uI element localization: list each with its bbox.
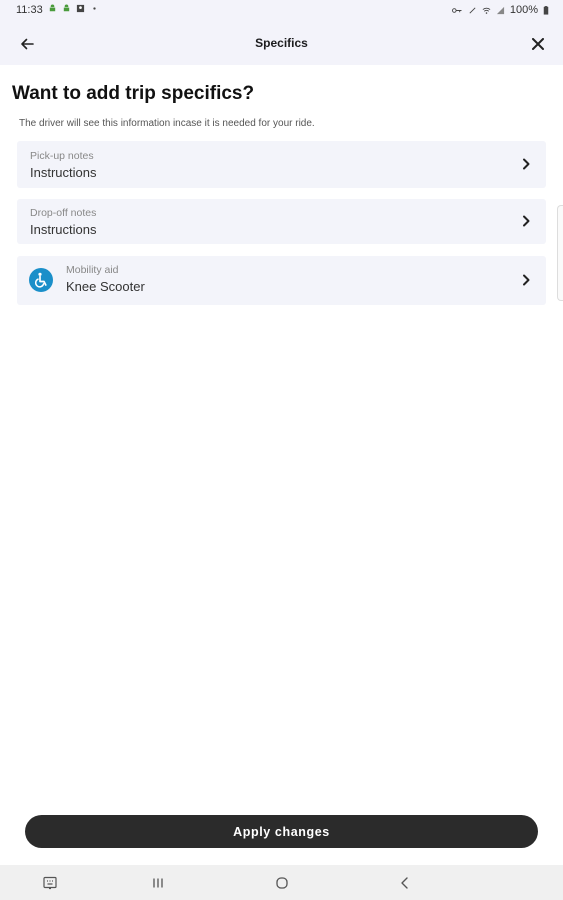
page-subtitle: The driver will see this information inc… xyxy=(19,118,315,129)
home-button[interactable] xyxy=(272,873,292,893)
mobility-aid-label: Mobility aid xyxy=(66,264,119,276)
close-button[interactable] xyxy=(525,31,551,57)
mute-icon xyxy=(469,6,476,14)
chevron-right-icon xyxy=(523,274,530,286)
system-back-button[interactable] xyxy=(395,873,415,893)
chevron-left-icon xyxy=(401,877,408,889)
close-icon xyxy=(532,38,544,50)
keyboard-toggle-button[interactable] xyxy=(40,873,60,893)
apply-changes-button[interactable]: Apply changes xyxy=(25,815,538,848)
signal-icon xyxy=(496,6,504,14)
system-nav-bar xyxy=(0,865,563,900)
recent-apps-icon xyxy=(153,878,163,888)
dropoff-notes-value: Instructions xyxy=(30,222,97,237)
dot-icon xyxy=(93,7,96,10)
screen: 11:33 100% Specifics Want to add trip sp… xyxy=(0,0,563,900)
edge-panel-handle[interactable] xyxy=(557,205,563,301)
wifi-icon xyxy=(482,7,491,14)
chevron-right-icon xyxy=(523,215,530,227)
header-title: Specifics xyxy=(255,36,308,50)
dropoff-notes-label: Drop-off notes xyxy=(30,207,97,219)
battery-icon xyxy=(543,5,549,15)
pickup-notes-label: Pick-up notes xyxy=(30,150,94,162)
page-title: Want to add trip specifics? xyxy=(12,83,255,104)
mobility-aid-value: Knee Scooter xyxy=(66,279,145,294)
pickup-notes-value: Instructions xyxy=(30,165,97,180)
app-header: Specifics xyxy=(0,22,563,65)
home-icon xyxy=(276,877,288,889)
keyboard-icon xyxy=(43,876,57,890)
wheelchair-icon xyxy=(29,268,53,292)
key-icon xyxy=(451,7,462,13)
pickup-notes-card[interactable]: Pick-up notes Instructions xyxy=(17,141,546,188)
battery-percent: 100% xyxy=(509,4,538,16)
recent-apps-button[interactable] xyxy=(148,873,168,893)
dropoff-notes-card[interactable]: Drop-off notes Instructions xyxy=(17,199,546,244)
android-icon xyxy=(63,4,70,12)
status-time: 11:33 xyxy=(16,4,43,16)
android-icon xyxy=(49,4,56,12)
status-right: 100% xyxy=(451,4,549,16)
contact-icon xyxy=(76,4,85,13)
chevron-right-icon xyxy=(523,158,530,170)
mobility-aid-card[interactable]: Mobility aid Knee Scooter xyxy=(17,256,546,305)
notification-icons xyxy=(48,4,99,13)
status-bar: 11:33 100% xyxy=(0,0,563,22)
